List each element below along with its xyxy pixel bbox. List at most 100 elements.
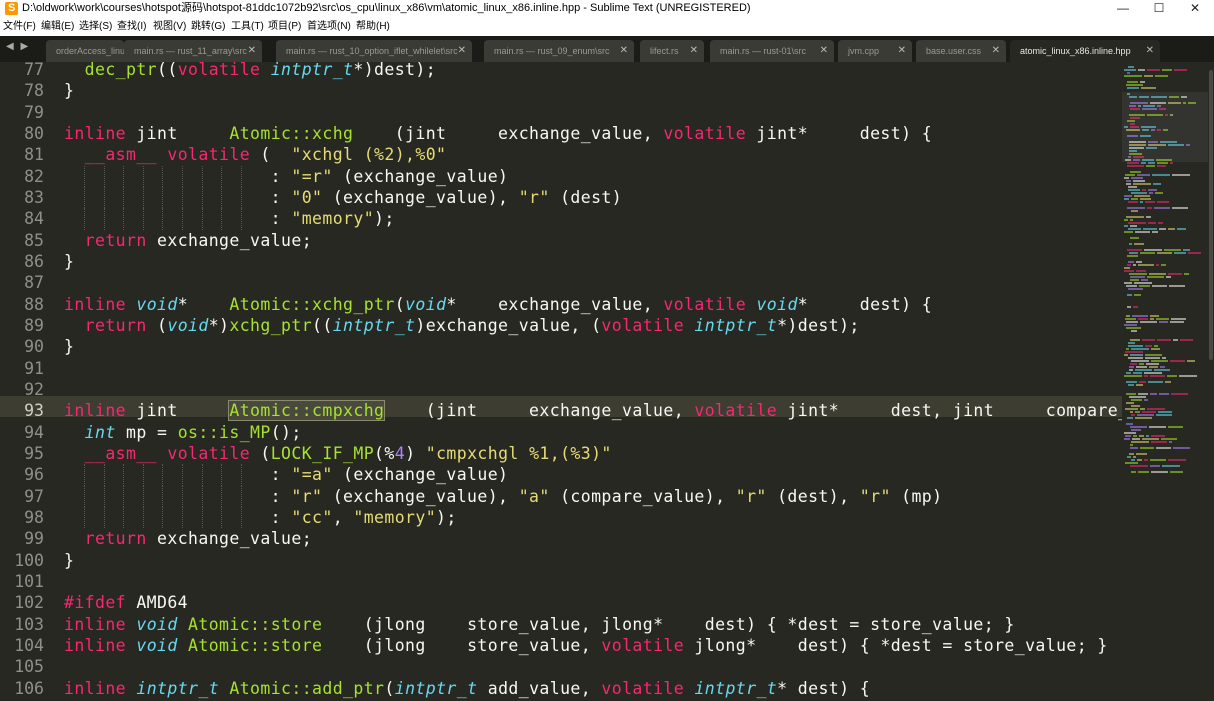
code-line[interactable]: dec_ptr((volatile intptr_t*)dest); (64, 62, 436, 80)
minimap-line (1158, 222, 1163, 224)
minimap-line (1136, 261, 1142, 263)
code-line[interactable]: : "r" (exchange_value), "a" (compare_val… (64, 486, 942, 507)
code-line[interactable]: __asm__ volatile ( "xchgl (%2),%0" (64, 144, 446, 165)
menu-find[interactable]: 查找(I) (117, 17, 146, 36)
tab-close-icon[interactable]: ✕ (690, 40, 698, 62)
code-line[interactable]: } (64, 80, 74, 101)
line-number: 94 (24, 422, 44, 442)
indent-guide (221, 208, 223, 230)
code-line[interactable]: int mp = os::is_MP(); (64, 422, 302, 443)
minimap-line (1156, 447, 1171, 449)
tab-lifect[interactable]: lifect.rs ✕ (640, 40, 704, 62)
minimap-line (1146, 435, 1149, 437)
minimap-line (1132, 315, 1148, 317)
window-title: D:\oldwork\work\courses\hotspot源码\hotspo… (22, 2, 751, 14)
minimap-line (1128, 189, 1140, 191)
code-line[interactable]: return exchange_value; (64, 230, 312, 251)
minimap-line (1129, 252, 1138, 254)
minimap-line (1140, 408, 1145, 410)
line-number: 93 (24, 401, 44, 421)
tab-close-icon[interactable]: ✕ (1146, 40, 1154, 62)
minimap-line (1152, 174, 1170, 176)
code-line[interactable]: : "memory"); (64, 208, 395, 229)
code-line[interactable]: __asm__ volatile (LOCK_IF_MP(%4) "cmpxch… (64, 443, 612, 464)
menu-goto[interactable]: 跳转(G) (191, 17, 225, 36)
minimap-viewport[interactable] (1122, 92, 1208, 162)
menu-edit[interactable]: 编辑(E) (41, 17, 74, 36)
minimap-line (1132, 438, 1140, 440)
indent-guide (182, 208, 183, 230)
tab-rust-10-option[interactable]: main.rs — rust_10_option_iflet_whilelet\… (276, 40, 472, 62)
indent-guide (182, 464, 183, 486)
code-line[interactable]: } (64, 251, 74, 272)
tab-close-icon[interactable]: ✕ (992, 40, 1000, 62)
menu-help[interactable]: 帮助(H) (356, 17, 390, 36)
indent-guide (162, 186, 164, 209)
minimap-line (1128, 384, 1134, 386)
code-line[interactable]: : "0" (exchange_value), "r" (dest) (64, 187, 622, 208)
code-line[interactable]: : "=r" (exchange_value) (64, 166, 508, 187)
code-line[interactable]: : "=a" (exchange_value) (64, 464, 508, 485)
minimap-line (1136, 384, 1143, 386)
tab-base-user-css[interactable]: base.user.css ✕ (916, 40, 1006, 62)
tab-rust-11-array[interactable]: main.rs — rust_11_array\src ✕ (124, 40, 262, 62)
minimap-line (1131, 414, 1135, 416)
minimap[interactable] (1122, 62, 1208, 701)
minimap-line (1170, 360, 1185, 362)
code-line[interactable]: inline void* Atomic::xchg_ptr(void* exch… (64, 294, 932, 315)
vertical-scrollbar[interactable] (1208, 62, 1214, 701)
tab-order-access[interactable]: orderAccess_linux (46, 40, 124, 62)
menu-selection[interactable]: 选择(S) (79, 17, 112, 36)
code-line[interactable]: inline jint Atomic::xchg (jint exchange_… (64, 123, 932, 144)
tab-rust-01[interactable]: main.rs — rust-01\src ✕ (710, 40, 834, 62)
tab-atomic-linux-x86[interactable]: atomic_linux_x86.inline.hpp ✕ (1010, 40, 1160, 62)
menu-tools[interactable]: 工具(T) (231, 17, 264, 36)
tab-close-icon[interactable]: ✕ (820, 40, 828, 62)
indent-guide (221, 485, 223, 507)
minimap-line (1173, 339, 1178, 341)
minimap-line (1129, 366, 1134, 368)
tab-jvm-cpp[interactable]: jvm.cpp ✕ (838, 40, 912, 62)
minimap-line (1161, 438, 1177, 440)
code-line[interactable]: inline void Atomic::store (jlong store_v… (64, 635, 1108, 656)
menu-project[interactable]: 项目(P) (268, 17, 301, 36)
code-line[interactable]: inline void Atomic::store (jlong store_v… (64, 614, 1015, 635)
sublime-app-icon (5, 0, 18, 17)
minimap-line (1135, 411, 1140, 413)
line-number: 104 (14, 635, 44, 655)
tab-close-icon[interactable]: ✕ (248, 40, 256, 62)
minimap-line (1138, 69, 1145, 71)
tab-close-icon[interactable]: ✕ (898, 40, 906, 62)
code-line[interactable]: return exchange_value; (64, 528, 312, 549)
minimap-line (1126, 402, 1134, 404)
code-line[interactable]: } (64, 550, 74, 571)
menu-preferences[interactable]: 首选项(N) (307, 17, 351, 36)
code-line[interactable]: inline jint Atomic::cmpxchg (jint exchan… (64, 400, 1122, 422)
code-editor[interactable]: 77 78 79 80 81 82 83 84 85 86 87 88 89 90 91 92 93 94 95 96… (0, 62, 1122, 701)
menu-file[interactable]: 文件(F) (3, 17, 36, 36)
minimap-line (1130, 354, 1143, 356)
minimap-line (1126, 315, 1130, 317)
close-window-button[interactable]: ✕ (1177, 0, 1213, 17)
line-number: 85 (24, 230, 44, 250)
scrollbar-thumb[interactable] (1209, 70, 1213, 360)
tab-nav-arrows-icon[interactable]: ◀ ▶ (6, 41, 30, 52)
minimize-button[interactable]: — (1105, 0, 1141, 17)
indent-guide (142, 506, 144, 529)
minimap-line (1143, 228, 1157, 230)
minimap-line (1127, 294, 1132, 296)
indent-guide (162, 464, 164, 486)
minimap-line (1128, 357, 1143, 359)
code-line[interactable]: } (64, 336, 74, 357)
minimap-line (1145, 357, 1160, 359)
menu-view[interactable]: 视图(V) (153, 17, 186, 36)
tab-close-icon[interactable]: ✕ (458, 40, 466, 62)
code-line[interactable]: #ifdef AMD64 (64, 592, 188, 613)
code-line[interactable]: return (void*)xchg_ptr((intptr_t)exchang… (64, 315, 860, 336)
minimap-line (1159, 228, 1166, 230)
tab-close-icon[interactable]: ✕ (620, 40, 628, 62)
minimap-line (1167, 375, 1177, 377)
tab-rust-09-enum[interactable]: main.rs — rust_09_enum\src ✕ (484, 40, 634, 62)
code-line[interactable]: inline intptr_t Atomic::add_ptr(intptr_t… (64, 678, 870, 699)
maximize-button[interactable]: ☐ (1141, 0, 1177, 17)
